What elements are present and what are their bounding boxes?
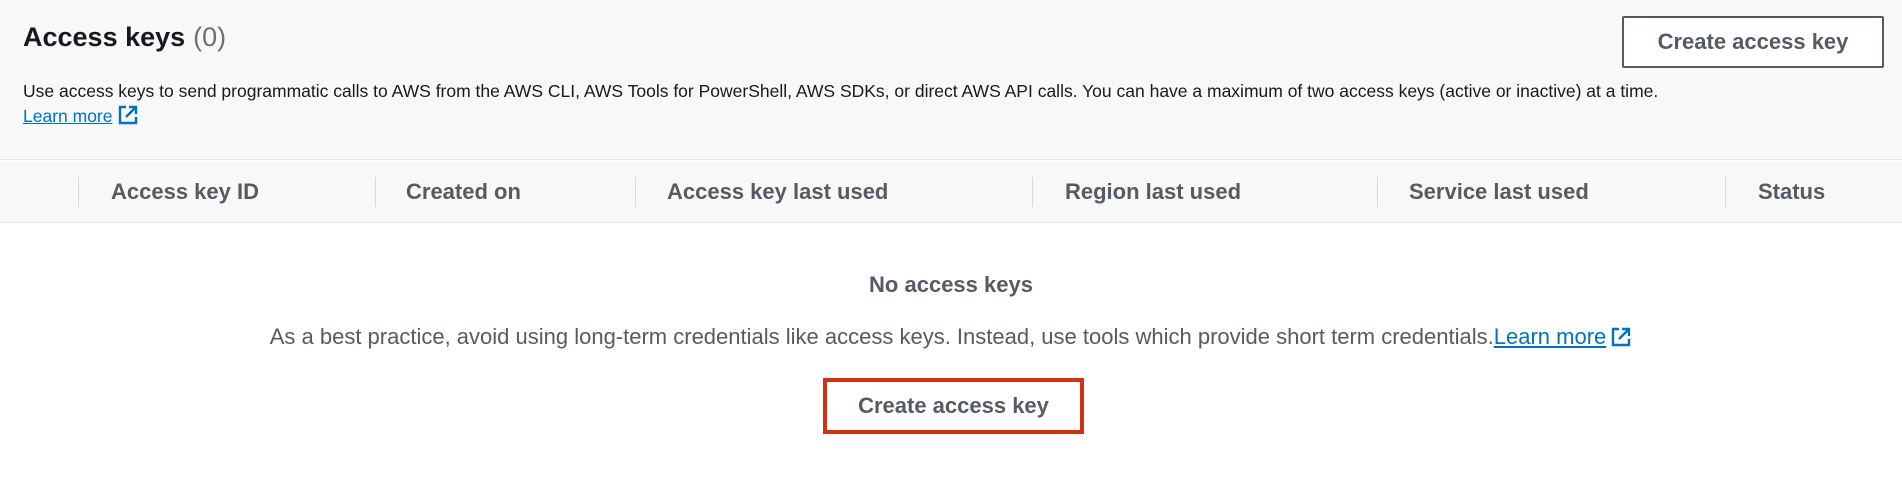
access-keys-panel-header: Access keys (0) Create access key Use ac… (0, 0, 1902, 160)
empty-state-title: No access keys (869, 272, 1033, 297)
panel-title-row: Access keys (0) (23, 22, 226, 53)
learn-more-link-empty-state[interactable]: Learn more (1494, 324, 1633, 349)
column-divider (635, 177, 636, 207)
column-header-region-last-used[interactable]: Region last used (1065, 161, 1241, 223)
external-link-icon (1612, 327, 1631, 347)
access-key-count: (0) (193, 22, 227, 52)
panel-description-text: Use access keys to send programmatic cal… (23, 81, 1659, 101)
column-header-created-on[interactable]: Created on (406, 161, 521, 223)
external-link-icon (118, 105, 137, 125)
column-header-access-key-id[interactable]: Access key ID (111, 161, 259, 223)
column-divider (78, 177, 79, 207)
column-divider (1725, 177, 1726, 207)
column-divider (375, 177, 376, 207)
create-access-key-highlight: Create access key (823, 378, 1084, 434)
create-access-key-button-header[interactable]: Create access key (1622, 16, 1884, 68)
create-access-key-button[interactable]: Create access key (858, 393, 1049, 419)
table-column-header-row: Access key ID Created on Access key last… (0, 161, 1902, 223)
empty-state-message: As a best practice, avoid using long-ter… (0, 324, 1902, 350)
column-header-service-last-used[interactable]: Service last used (1409, 161, 1589, 223)
learn-more-link-label: Learn more (1493, 324, 1607, 349)
panel-description: Use access keys to send programmatic cal… (23, 79, 1893, 129)
column-divider (1377, 177, 1378, 207)
empty-state-message-text: As a best practice, avoid using long-ter… (269, 324, 1494, 349)
learn-more-link-header[interactable]: Learn more (23, 105, 139, 126)
column-header-access-key-last-used[interactable]: Access key last used (667, 161, 888, 223)
panel-title: Access keys (23, 22, 186, 52)
learn-more-link-label: Learn more (23, 106, 113, 126)
column-header-status[interactable]: Status (1758, 161, 1825, 223)
column-divider (1032, 177, 1033, 207)
